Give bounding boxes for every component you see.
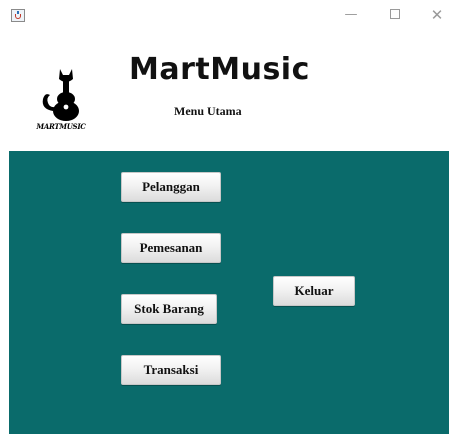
menu-subtitle: Menu Utama [174,104,242,118]
java-icon [11,9,25,22]
minimize-button[interactable]: — [337,4,365,26]
minimize-icon: — [344,7,358,22]
transaksi-button[interactable]: Transaksi [121,355,221,385]
pemesanan-button[interactable]: Pemesanan [121,233,221,263]
pelanggan-button[interactable]: Pelanggan [121,172,221,202]
window-titlebar: — ✕ [0,0,449,34]
stok-barang-button[interactable]: Stok Barang [121,294,217,324]
keluar-button[interactable]: Keluar [273,276,355,306]
app-title: MartMusic [129,52,310,87]
maximize-button[interactable] [381,4,409,26]
close-icon: ✕ [430,6,444,24]
martmusic-logo: MARTMUSIC [26,65,96,137]
logo-text: MARTMUSIC [36,122,86,131]
close-button[interactable]: ✕ [423,4,449,26]
cat-guitar-icon [42,69,79,121]
header: MARTMUSIC MartMusic Menu Utama [0,34,449,151]
maximize-icon [390,8,400,19]
menu-panel [9,151,449,434]
